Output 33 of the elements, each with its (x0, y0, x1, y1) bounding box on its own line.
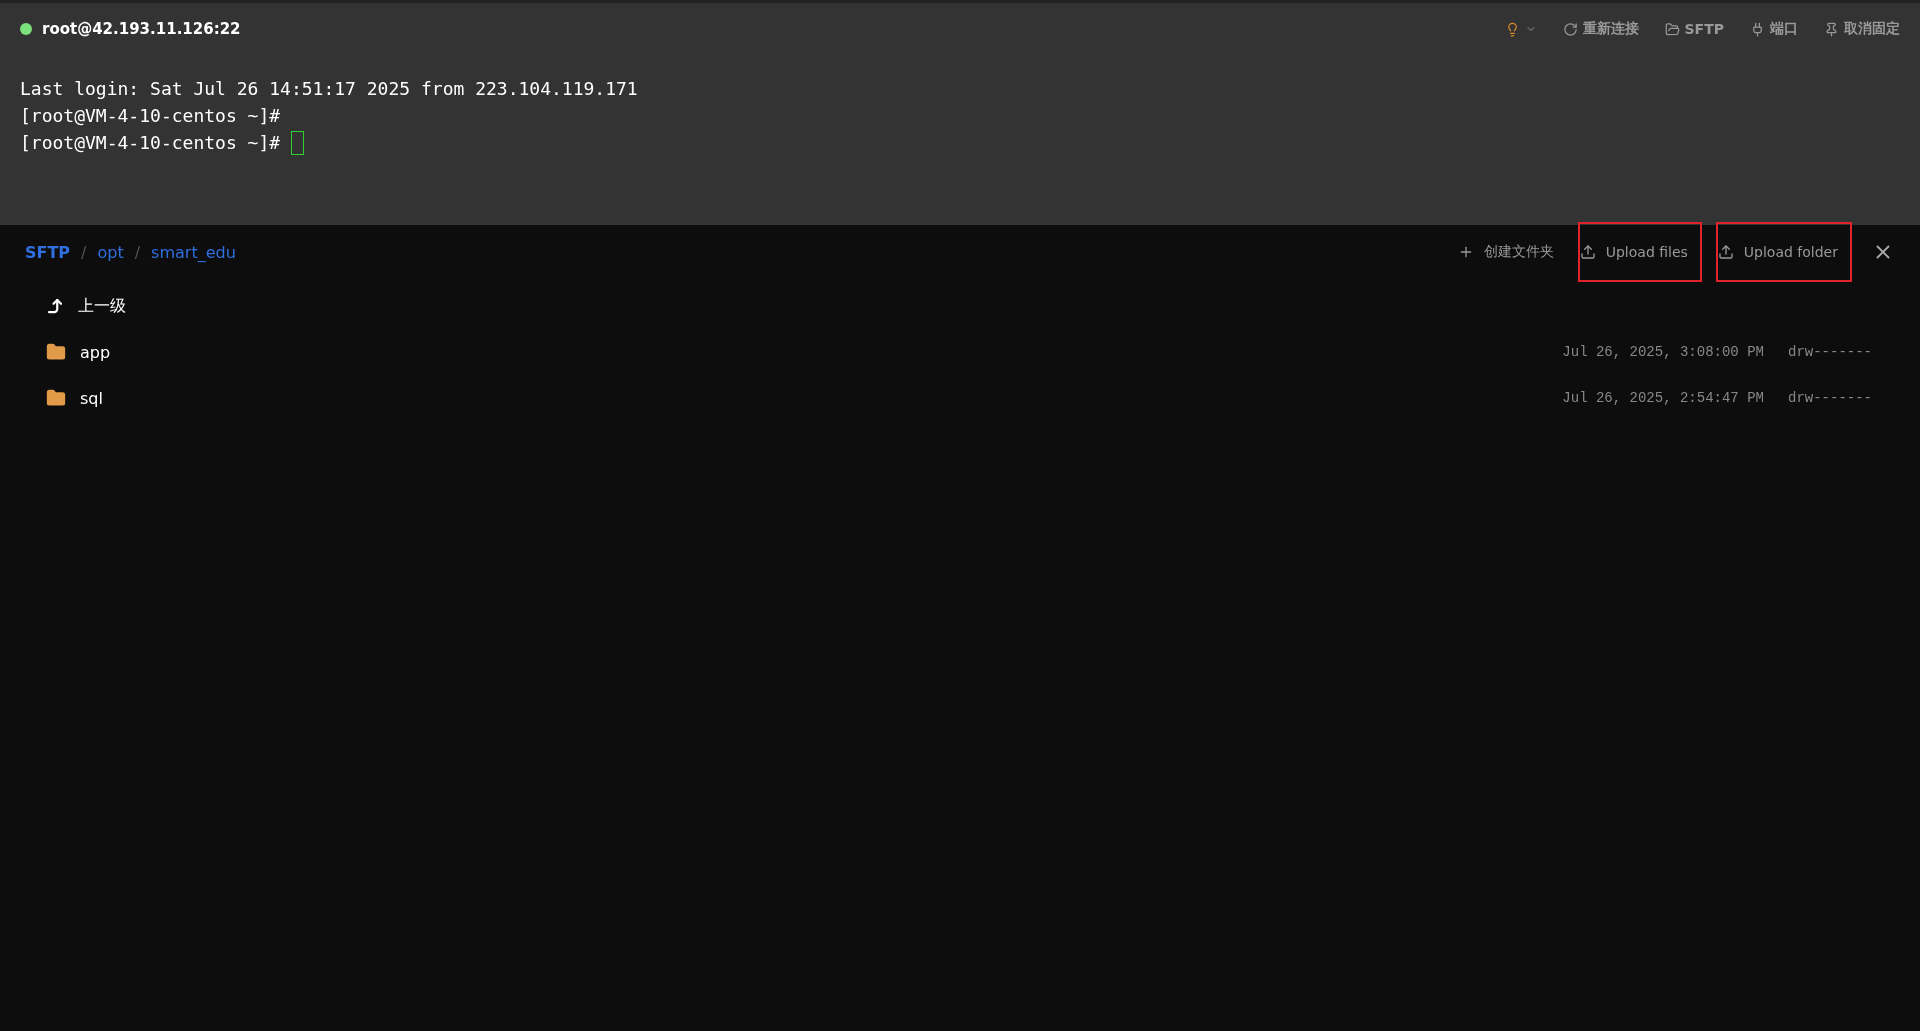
pin-button[interactable]: 取消固定 (1824, 20, 1900, 38)
folder-name[interactable]: app (80, 342, 1539, 362)
permissions: drw------- (1788, 390, 1872, 406)
breadcrumb-link[interactable]: SFTP (25, 242, 71, 262)
folder-icon (46, 342, 66, 362)
parent-directory-link[interactable]: 上一级 (78, 295, 1872, 317)
session-title: root@42.193.11.126:22 (42, 20, 241, 38)
modified-date: Jul 26, 2025, 2:54:47 PM (1562, 390, 1764, 406)
terminal-line: Last login: Sat Jul 26 14:51:17 2025 from 223.104.119.171 (20, 77, 638, 101)
refresh-icon (1562, 21, 1578, 37)
port-button[interactable]: 端口 (1750, 20, 1798, 38)
terminal-cursor (290, 130, 304, 155)
breadcrumb-separator: / (81, 242, 87, 262)
modified-date: Jul 26, 2025, 3:08:00 PM (1562, 344, 1764, 360)
permissions: drw------- (1788, 344, 1872, 360)
up-arrow-icon (46, 297, 64, 315)
terminal-line: [root@VM-4-10-centos ~]# (20, 104, 281, 128)
breadcrumb-separator: / (134, 242, 141, 262)
plug-icon (1750, 21, 1765, 37)
create-folder-button[interactable]: 创建文件夹 (1455, 241, 1564, 263)
upload-button[interactable]: Upload files (1577, 222, 1702, 282)
upload-icon (1717, 244, 1734, 260)
folder-name[interactable]: sql (80, 388, 1539, 408)
terminal-line: [root@VM-4-10-centos ~]# (20, 131, 282, 155)
folder-icon (46, 388, 66, 408)
breadcrumb-link[interactable]: smart_edu (151, 242, 236, 262)
upload-icon (1579, 244, 1596, 260)
breadcrumb-link[interactable]: opt (97, 242, 124, 262)
pin-icon (1824, 21, 1839, 37)
reconnect-button[interactable]: 重新连接 (1562, 20, 1639, 38)
folder-icon (1664, 21, 1680, 37)
sftp-button[interactable]: SFTP (1664, 21, 1724, 37)
upload-button[interactable]: Upload folder (1715, 222, 1852, 282)
